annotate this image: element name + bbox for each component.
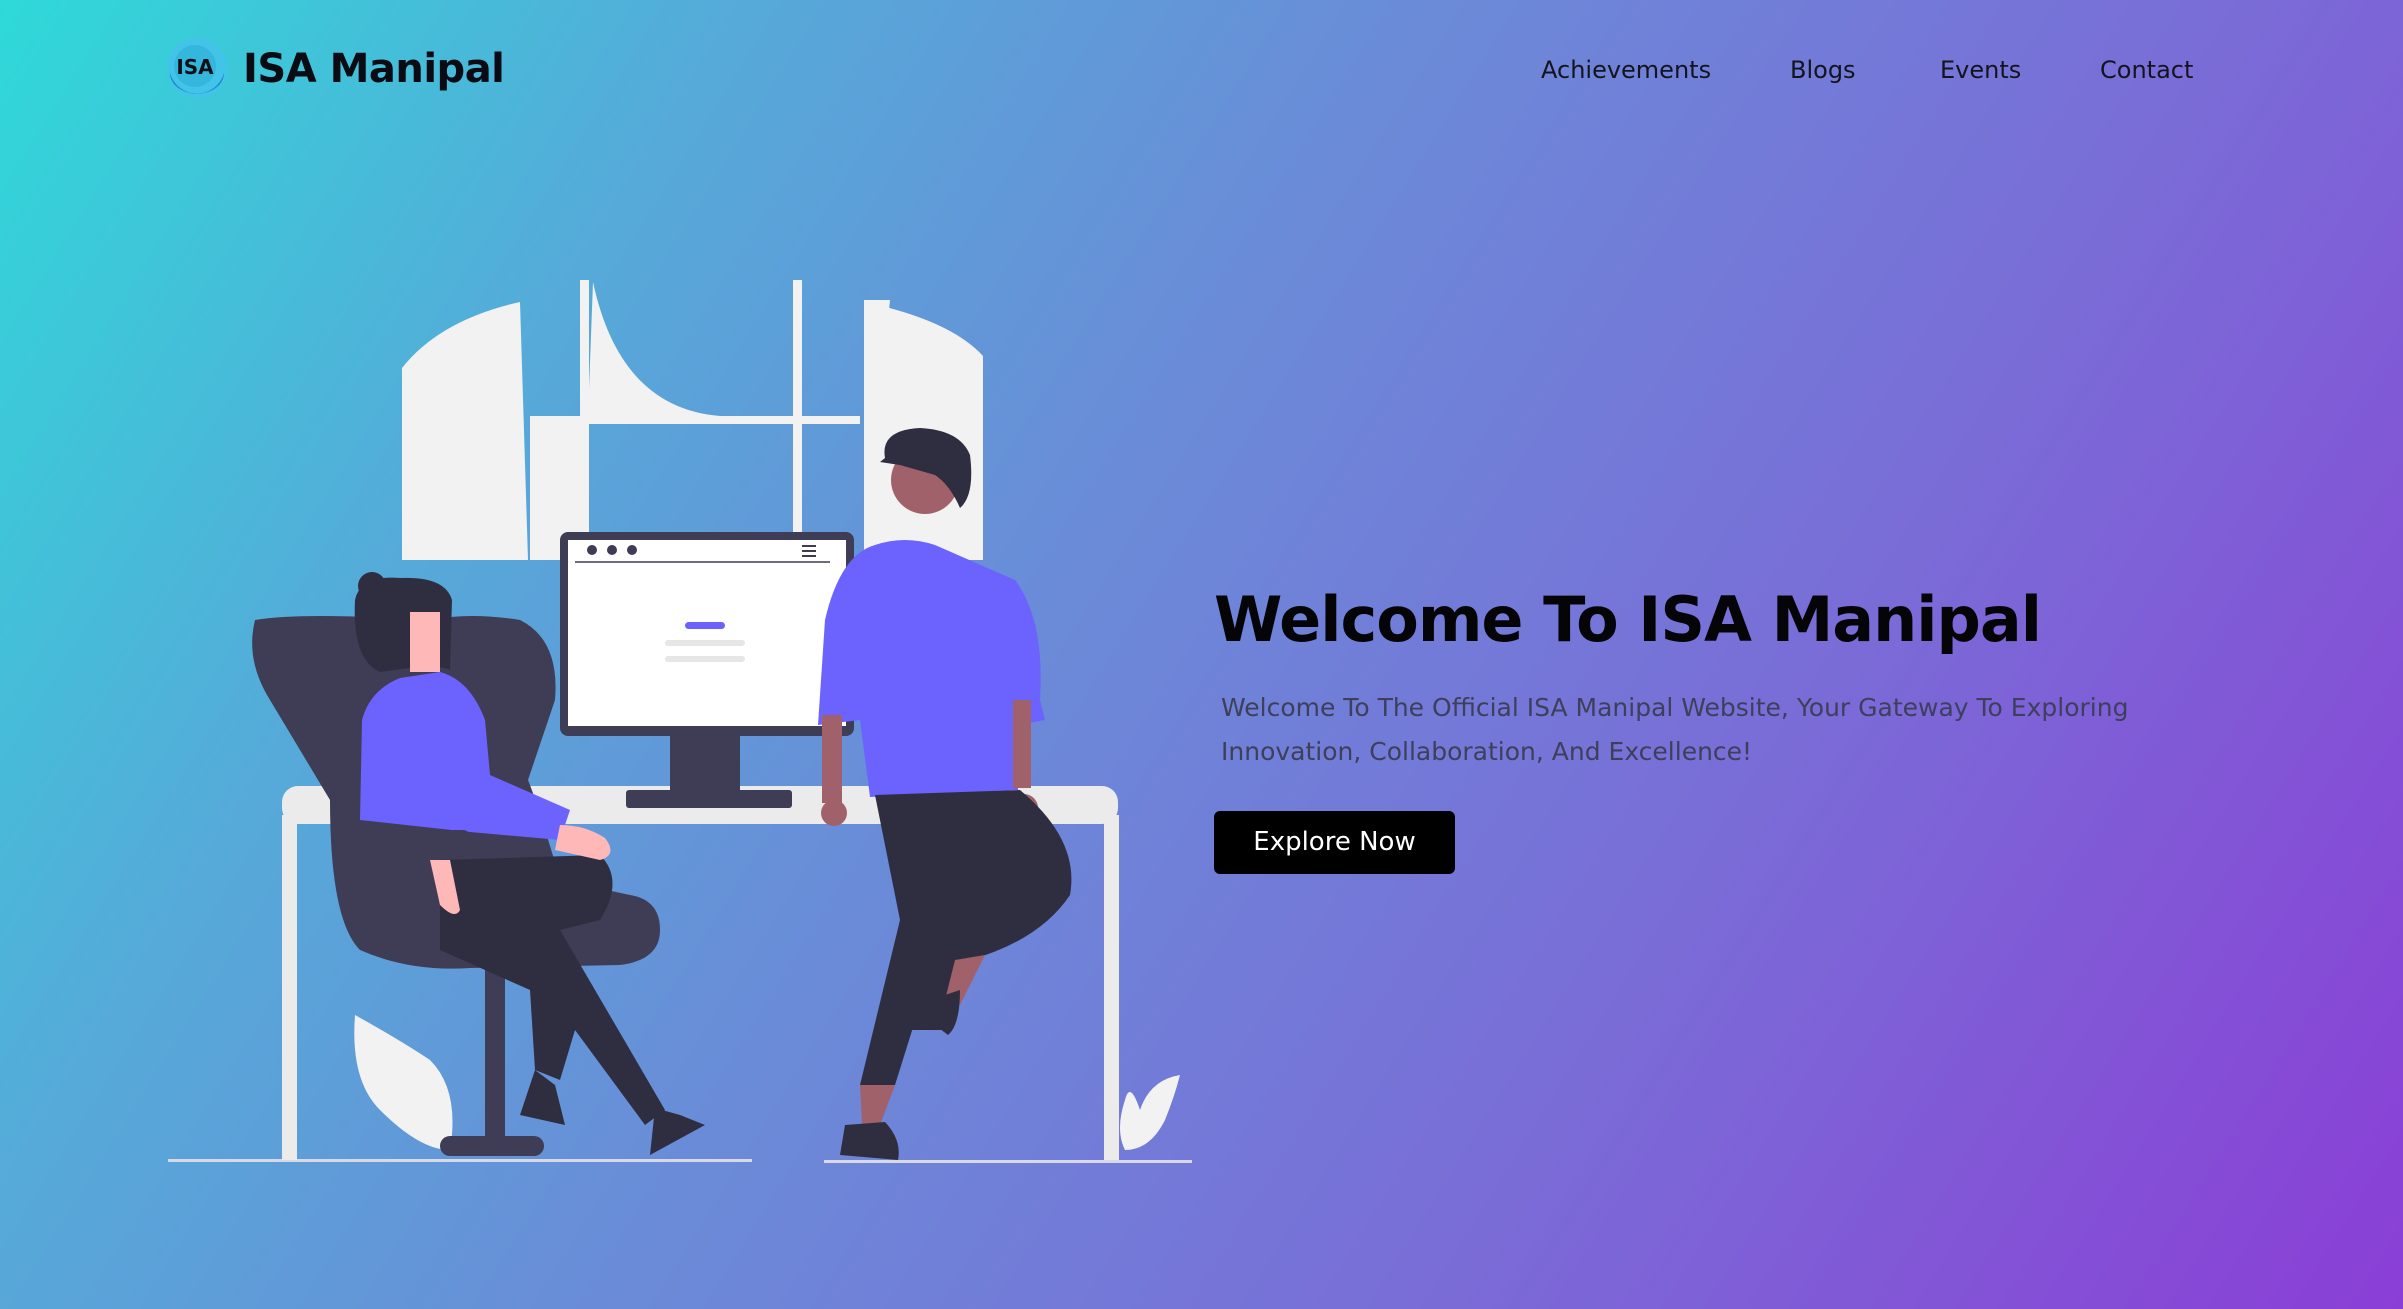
computer-monitor [560,532,854,808]
plant-left [354,1015,453,1150]
hero-subtitle: Welcome To The Official ISA Manipal Webs… [1221,693,2129,766]
floor-line-left [168,1159,752,1162]
site-header: ISA ISA Manipal Achievements Blogs Event… [0,0,2403,140]
explore-now-button[interactable]: Explore Now [1214,811,1455,874]
floor-line-right [824,1160,1192,1163]
nav-item-blogs[interactable]: Blogs [1790,50,1856,90]
plant-right [1120,1075,1180,1150]
main-nav: Achievements Blogs Events Contact [0,50,2403,90]
nav-item-contact[interactable]: Contact [2100,50,2193,90]
window-graphic [402,280,983,560]
nav-item-achievements[interactable]: Achievements [1541,50,1711,90]
hero-title: Welcome To ISA Manipal [1214,583,2042,656]
nav-item-events[interactable]: Events [1940,50,2021,90]
hero-illustration [168,280,1192,1163]
